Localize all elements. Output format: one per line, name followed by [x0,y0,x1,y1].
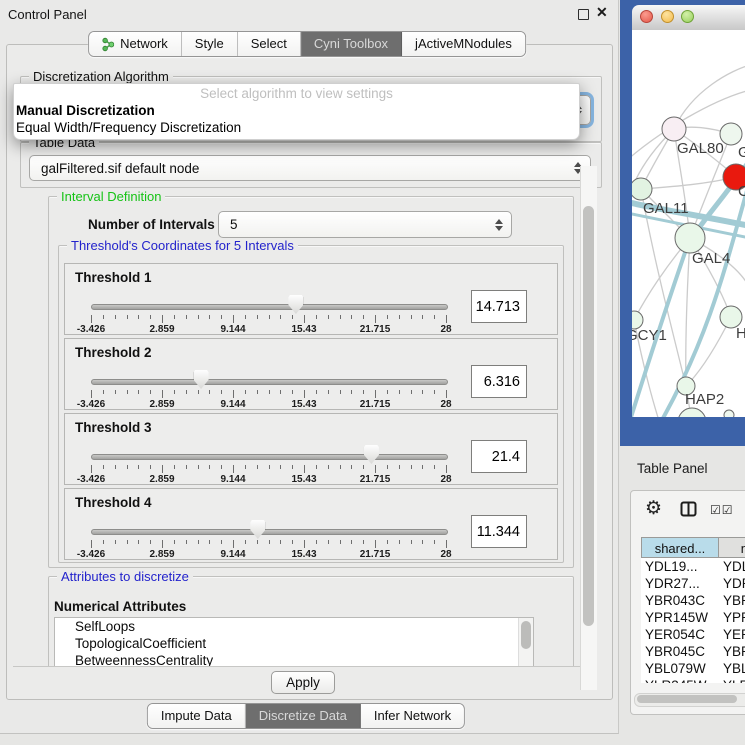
close-icon[interactable]: ✕ [596,4,608,21]
network-node-ga[interactable] [720,123,742,145]
table-row[interactable]: YDL19...YDL1 [641,558,745,575]
tab-select[interactable]: Select [238,32,301,56]
attributes-group-title: Attributes to discretize [57,569,193,584]
network-node[interactable] [724,410,734,417]
cell-name[interactable]: YBL0 [719,660,745,677]
node-label: GAL80 [677,140,724,157]
node-label: GA [738,144,745,161]
cell-name[interactable]: YBR0 [719,643,745,660]
cell-shared-name[interactable]: YER054C [641,626,719,643]
bottom-tab-bar: Impute Data Discretize Data Infer Network [147,703,465,729]
node-label: GCY1 [632,327,667,344]
tab-impute-data[interactable]: Impute Data [148,704,246,728]
table-row[interactable]: YER054CYER0 [641,626,745,643]
checkbox-icons[interactable]: ☑☑ [710,503,734,517]
interval-group-title: Interval Definition [57,189,165,204]
dropdown-item-equal-width-frequency-discretization[interactable]: Equal Width/Frequency Discretization [14,119,579,136]
cell-shared-name[interactable]: YBR043C [641,592,719,609]
network-icon [102,37,114,52]
tab-style[interactable]: Style [182,32,238,56]
tab-cyni-toolbox[interactable]: Cyni Toolbox [301,32,402,56]
settings-viewport: Interval Definition Number of Intervals … [13,188,580,667]
combo-stepper-icon [495,219,503,231]
number-of-intervals-label: Number of Intervals [88,217,215,232]
table-data-group: Table Data galFiltered.sif default node [20,142,602,188]
tab-infer-network[interactable]: Infer Network [361,704,464,728]
cell-name[interactable]: YPR1 [719,609,745,626]
table-row[interactable]: YBL079WYBL0 [641,660,745,677]
node-label: GAL11 [643,200,689,217]
apply-button[interactable]: Apply [271,671,335,694]
cell-name[interactable]: YLR3 [719,677,745,683]
number-of-intervals-combobox[interactable]: 5 [218,211,512,238]
tab-label: Discretize Data [259,704,347,728]
node-label: GAL4 [692,250,730,267]
dropdown-items: Manual DiscretizationEqual Width/Frequen… [14,102,579,136]
table-row[interactable]: YLR345WYLR3 [641,677,745,683]
column-header-name[interactable]: na [718,537,745,558]
tab-label: Style [195,32,224,56]
table-row[interactable]: YBR043CYBR0 [641,592,745,609]
network-canvas[interactable]: GAL80 GA C GAL11 GAL4 GCY1 HA HAP2 [632,30,745,417]
cell-shared-name[interactable]: YBR045C [641,643,719,660]
gear-icon[interactable]: ⚙ [645,499,662,518]
float-icon[interactable] [578,9,589,20]
table-row[interactable]: YPR145WYPR1 [641,609,745,626]
cell-name[interactable]: YER0 [719,626,745,643]
table-row[interactable]: YDR27...YDR2 [641,575,745,592]
tab-label: Cyni Toolbox [314,32,388,56]
cell-shared-name[interactable]: YDL19... [641,558,719,575]
cell-shared-name[interactable]: YDR27... [641,575,719,592]
table-panel: ⚙ ☑☑ shared... na YDL19...YDL1YDR27...YD… [630,490,745,715]
node-label: C [738,183,745,200]
dropdown-item-manual-discretization[interactable]: Manual Discretization [14,102,579,119]
attributes-group: Attributes to discretize [48,576,574,667]
control-panel-window: Control Panel ✕ Network Style Select Cyni T… [0,0,619,734]
node-label: HAP2 [685,391,724,408]
close-light[interactable] [640,10,653,23]
main-scrollbar[interactable] [580,166,597,690]
table-row[interactable]: YBR045CYBR0 [641,643,745,660]
tab-label: Infer Network [374,704,451,728]
tab-discretize-data[interactable]: Discretize Data [246,704,361,728]
tab-label: Select [251,32,287,56]
minimize-light[interactable] [661,10,674,23]
algorithm-group-title: Discretization Algorithm [29,69,173,84]
numerical-attributes-label: Numerical Attributes [54,599,186,614]
dropdown-prompt-item[interactable]: Select algorithm to view settings [14,84,579,102]
table-hscrollbar[interactable] [634,693,745,707]
cell-name[interactable]: YDL1 [719,558,745,575]
tab-label: Network [120,32,168,56]
table-panel-title: Table Panel [637,461,708,476]
cell-name[interactable]: YDR2 [719,575,745,592]
network-node-gal11[interactable] [632,178,652,200]
main-scrollbar-thumb[interactable] [583,206,594,626]
tab-jactivemnodules[interactable]: jActiveMNodules [402,32,525,56]
table-hscrollbar-thumb[interactable] [637,695,737,703]
tab-label: Impute Data [161,704,232,728]
table-rows: YDL19...YDL1YDR27...YDR2YBR043CYBR0YPR14… [641,558,745,683]
network-node[interactable] [678,408,706,417]
cell-shared-name[interactable]: YPR145W [641,609,719,626]
tab-label: jActiveMNodules [415,32,512,56]
node-label: HA [736,325,745,342]
zoom-light[interactable] [681,10,694,23]
window-title: Control Panel [8,7,87,22]
cell-name[interactable]: YBR0 [719,592,745,609]
thresholds-group: Threshold's Coordinates for 5 Intervals [58,245,564,563]
network-node-gal80[interactable] [662,117,686,141]
intervals-combo-value: 5 [230,217,238,232]
table-data-combobox[interactable]: galFiltered.sif default node [29,155,591,181]
columns-icon[interactable] [680,501,697,522]
network-node-gal4[interactable] [675,223,705,253]
tab-network[interactable]: Network [89,32,182,56]
cell-shared-name[interactable]: YBL079W [641,660,719,677]
table-data-combo-value: galFiltered.sif default node [41,161,199,176]
column-header-shared-name[interactable]: shared... [641,537,719,558]
network-graph: GAL80 GA C GAL11 GAL4 GCY1 HA HAP2 [632,30,745,417]
top-tab-bar: Network Style Select Cyni Toolbox jActiveMNo… [88,31,526,57]
cell-shared-name[interactable]: YLR345W [641,677,719,683]
algorithm-dropdown-popup: Select algorithm to view settings Manual… [13,83,580,140]
thresholds-group-title: Threshold's Coordinates for 5 Intervals [67,238,298,253]
